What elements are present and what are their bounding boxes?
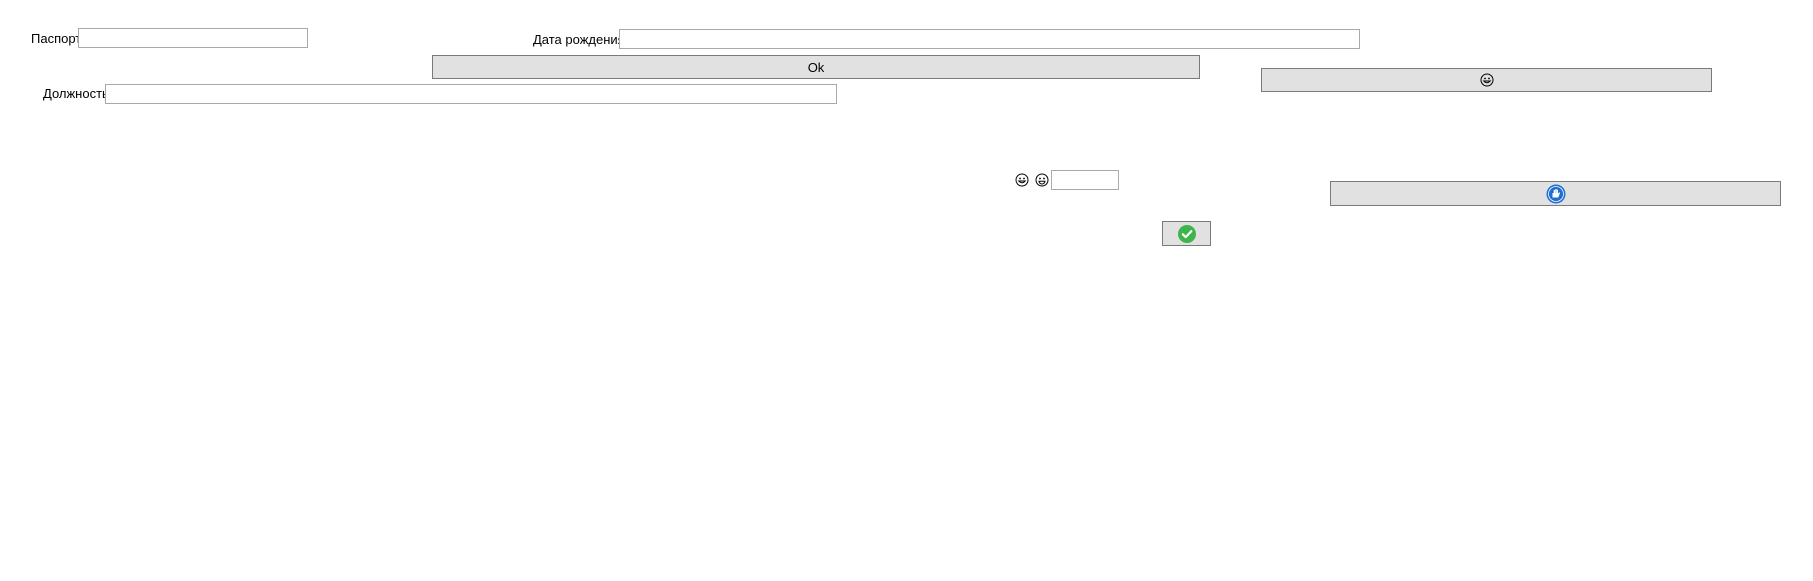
birthdate-label: Дата рождения	[533, 32, 625, 47]
small-input[interactable]	[1051, 170, 1119, 190]
hand-button[interactable]	[1330, 181, 1781, 206]
ok-button-label: Ok	[807, 59, 825, 75]
passport-label: Паспорт	[31, 31, 82, 46]
hand-badge-icon	[1546, 184, 1565, 203]
smiling-face-icon	[1035, 173, 1049, 187]
birthdate-input[interactable]	[619, 29, 1360, 49]
position-input[interactable]	[105, 84, 837, 104]
emoji-button[interactable]	[1261, 68, 1712, 92]
confirm-button[interactable]	[1162, 221, 1211, 246]
position-label: Должность	[43, 86, 109, 101]
passport-input[interactable]	[78, 28, 308, 48]
grinning-face-icon	[1015, 173, 1029, 187]
checkmark-icon	[1177, 224, 1196, 243]
ok-button[interactable]: Ok	[432, 55, 1200, 79]
grinning-face-icon	[1480, 73, 1493, 87]
